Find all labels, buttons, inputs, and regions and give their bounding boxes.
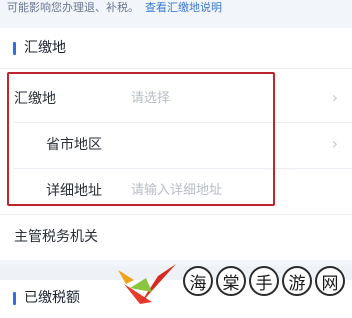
watermark-char: 棠 <box>216 266 246 296</box>
section-accent-bar <box>13 42 16 55</box>
section-accent-bar <box>13 292 16 305</box>
section-title: 汇缴地 <box>24 40 66 56</box>
watermark-char: 网 <box>315 266 345 296</box>
notice-bar: 可能影响您办理退、补税。 查看汇缴地说明 <box>0 0 352 22</box>
watermark-char: 游 <box>282 266 312 296</box>
chevron-right-icon: › <box>331 88 338 107</box>
check-mark-logo-icon <box>116 262 178 306</box>
watermark: 海 棠 手 游 网 <box>183 266 345 296</box>
watermark-char: 海 <box>183 266 213 296</box>
view-location-explanation-link[interactable]: 查看汇缴地说明 <box>145 1 222 14</box>
chevron-right-icon: › <box>331 134 338 153</box>
divider <box>0 68 352 69</box>
highlight-box <box>7 72 275 206</box>
tax-authority-label: 主管税务机关 <box>14 229 98 245</box>
notice-text: 可能影响您办理退、补税。 <box>7 1 139 14</box>
section-header: 汇缴地 <box>0 28 352 68</box>
tax-authority-row[interactable]: 主管税务机关 <box>0 214 352 260</box>
section-title: 已缴税额 <box>24 290 80 306</box>
watermark-char: 手 <box>249 266 279 296</box>
